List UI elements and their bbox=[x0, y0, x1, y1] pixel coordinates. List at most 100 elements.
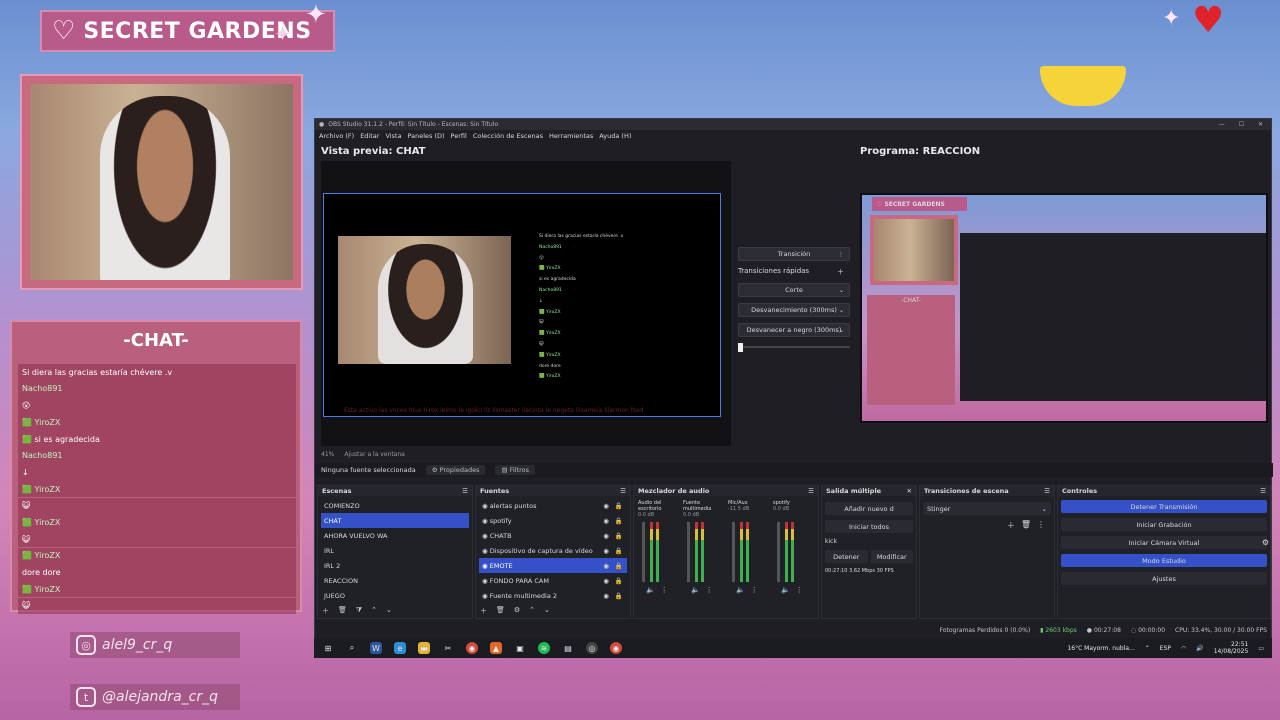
word-icon[interactable]: W bbox=[370, 642, 382, 654]
more-vertical-icon[interactable]: ⋮ bbox=[751, 586, 758, 594]
dock-menu-icon[interactable]: ☰ bbox=[620, 487, 626, 495]
visibility-eye-icon[interactable]: ◉ bbox=[603, 502, 609, 510]
zoom-level[interactable]: 41% bbox=[321, 451, 334, 458]
close-icon[interactable]: ✕ bbox=[1258, 121, 1263, 128]
windows-start-icon[interactable]: ⊞ bbox=[322, 642, 334, 654]
menu-item[interactable]: Ayuda (H) bbox=[599, 132, 631, 140]
start-recording-button[interactable]: Iniciar Grabación bbox=[1061, 518, 1267, 531]
menu-item[interactable]: Archivo (F) bbox=[319, 132, 354, 140]
lock-icon[interactable]: 🔒 bbox=[615, 562, 623, 570]
dock-menu-icon[interactable]: ☰ bbox=[462, 487, 468, 495]
source-item[interactable]: ◉ Fuente multimedia 2 ◉ 🔒 bbox=[479, 588, 627, 603]
visibility-eye-icon[interactable]: ◉ bbox=[603, 577, 609, 585]
chrome-icon[interactable]: ◉ bbox=[466, 642, 478, 654]
tray-chevron-icon[interactable]: ⌃ bbox=[1145, 645, 1150, 652]
more-vertical-icon[interactable]: ⋮ bbox=[706, 586, 713, 594]
visibility-eye-icon[interactable]: ◉ bbox=[603, 562, 609, 570]
notification-icon[interactable]: ▭ bbox=[1258, 645, 1264, 652]
menu-item[interactable]: Herramientas bbox=[549, 132, 593, 140]
more-vertical-icon[interactable]: ⋮ bbox=[838, 251, 844, 258]
source-item[interactable]: ◉ Dispositivo de captura de vídeo ◉ 🔒 bbox=[479, 543, 627, 558]
dock-menu-icon[interactable]: ☰ bbox=[1260, 487, 1266, 495]
trash-icon[interactable]: 🗑 bbox=[496, 606, 505, 616]
lock-icon[interactable]: 🔒 bbox=[615, 502, 623, 510]
edge-icon[interactable]: e bbox=[394, 642, 406, 654]
lock-icon[interactable]: 🔒 bbox=[615, 517, 623, 525]
more-vertical-icon[interactable]: ⋮ bbox=[796, 586, 803, 594]
lock-icon[interactable]: 🔒 bbox=[615, 547, 623, 555]
scene-item[interactable]: IRL bbox=[321, 543, 469, 558]
add-icon[interactable]: ＋ bbox=[480, 606, 487, 616]
maximize-icon[interactable]: ☐ bbox=[1239, 121, 1244, 128]
weather-widget[interactable]: 16°C Mayorm. nubla... bbox=[1067, 645, 1134, 652]
volume-fader[interactable] bbox=[732, 522, 735, 582]
transition-button[interactable]: Transición ⋮ bbox=[738, 247, 850, 261]
stop-streaming-button[interactable]: Detener Transmisión bbox=[1061, 500, 1267, 513]
volume-icon[interactable]: 🔊 bbox=[1196, 645, 1203, 652]
visibility-eye-icon[interactable]: ◉ bbox=[603, 517, 609, 525]
preview-canvas[interactable]: Si diera las gracias estaría chévere .v N… bbox=[323, 193, 721, 417]
brave-icon[interactable]: ▲ bbox=[490, 642, 502, 654]
speaker-icon[interactable]: 🔈 bbox=[691, 586, 700, 594]
modify-output-button[interactable]: Modificar bbox=[870, 550, 913, 563]
volume-fader[interactable] bbox=[777, 522, 780, 582]
virtual-camera-button[interactable]: Iniciar Cámara Virtual ⚙ bbox=[1061, 536, 1269, 549]
quick-transition-cut[interactable]: Corte ⌄ bbox=[738, 283, 850, 297]
source-item[interactable]: ◉ FONDO PARA CAM ◉ 🔒 bbox=[479, 573, 627, 588]
chrome-icon[interactable]: ◉ bbox=[610, 642, 622, 654]
start-all-button[interactable]: Iniciar todos bbox=[825, 520, 913, 533]
spotify-icon[interactable]: ≋ bbox=[538, 642, 550, 654]
volume-fader[interactable] bbox=[642, 522, 645, 582]
visibility-eye-icon[interactable]: ◉ bbox=[603, 592, 609, 600]
lock-icon[interactable]: 🔒 bbox=[615, 592, 623, 600]
settings-button[interactable]: Ajustes bbox=[1061, 572, 1267, 585]
transition-slider[interactable] bbox=[738, 343, 850, 352]
scene-item[interactable]: AHORA VUELVO WA bbox=[321, 528, 469, 543]
preview-area[interactable]: Si diera las gracias estaría chévere .v N… bbox=[321, 161, 731, 446]
menu-item[interactable]: Editar bbox=[360, 132, 379, 140]
menu-item[interactable]: Colección de Escenas bbox=[473, 132, 543, 140]
source-item[interactable]: ◉ spotify ◉ 🔒 bbox=[479, 513, 627, 528]
clock[interactable]: 22:51 14/08/2025 bbox=[1214, 641, 1249, 655]
wifi-icon[interactable]: ◠ bbox=[1181, 645, 1186, 652]
scene-item[interactable]: REACCION bbox=[321, 573, 469, 588]
move-up-icon[interactable]: ⌃ bbox=[529, 606, 535, 616]
move-up-icon[interactable]: ⌃ bbox=[371, 606, 377, 616]
speaker-icon[interactable]: 🔈 bbox=[646, 586, 655, 594]
move-down-icon[interactable]: ⌄ bbox=[544, 606, 550, 616]
quick-transition-fade-black[interactable]: Desvanecer a negro (300ms) ⌄ bbox=[738, 323, 850, 337]
menu-item[interactable]: Perfil bbox=[451, 132, 467, 140]
menu-item[interactable]: Paneles (D) bbox=[407, 132, 444, 140]
zoom-fit[interactable]: Ajustar a la ventana bbox=[344, 451, 405, 458]
trash-icon[interactable]: 🗑 bbox=[1021, 520, 1031, 531]
scene-item[interactable]: JUEGO bbox=[321, 588, 469, 603]
trash-icon[interactable]: 🗑 bbox=[338, 606, 347, 616]
capcut-icon[interactable]: ✂ bbox=[442, 642, 454, 654]
dock-menu-icon[interactable]: ☰ bbox=[1044, 487, 1050, 495]
studio-mode-button[interactable]: Modo Estudio bbox=[1061, 554, 1267, 567]
plus-icon[interactable]: ＋ bbox=[837, 267, 844, 277]
stop-output-button[interactable]: Detener bbox=[825, 550, 868, 563]
scene-item[interactable]: COMIENZO bbox=[321, 498, 469, 513]
more-vertical-icon[interactable]: ⋮ bbox=[661, 586, 668, 594]
app-icon[interactable]: ▤ bbox=[562, 642, 574, 654]
add-icon[interactable]: ＋ bbox=[1007, 520, 1015, 531]
properties-button[interactable]: ⚙ Propiedades bbox=[425, 465, 486, 475]
filters-button[interactable]: ▤ Filtros bbox=[495, 465, 536, 475]
visibility-eye-icon[interactable]: ◉ bbox=[603, 547, 609, 555]
transition-select[interactable]: Stinger ⌄ bbox=[923, 502, 1051, 515]
volume-fader[interactable] bbox=[687, 522, 690, 582]
search-icon[interactable]: ⌕ bbox=[346, 642, 358, 654]
move-down-icon[interactable]: ⌄ bbox=[386, 606, 392, 616]
source-item[interactable]: ◉ CHATB ◉ 🔒 bbox=[479, 528, 627, 543]
quick-transition-fade[interactable]: Desvanecimiento (300ms) ⌄ bbox=[738, 303, 850, 317]
gear-icon[interactable]: ⚙ bbox=[514, 606, 520, 616]
add-output-button[interactable]: Añadir nuevo d bbox=[825, 502, 913, 515]
app-icon[interactable]: ▣ bbox=[514, 642, 526, 654]
dock-menu-icon[interactable]: ☰ bbox=[808, 487, 814, 495]
visibility-eye-icon[interactable]: ◉ bbox=[603, 532, 609, 540]
add-icon[interactable]: ＋ bbox=[322, 606, 329, 616]
lock-icon[interactable]: 🔒 bbox=[615, 577, 623, 585]
obs-icon[interactable]: ◎ bbox=[586, 642, 598, 654]
menu-item[interactable]: Vista bbox=[385, 132, 401, 140]
